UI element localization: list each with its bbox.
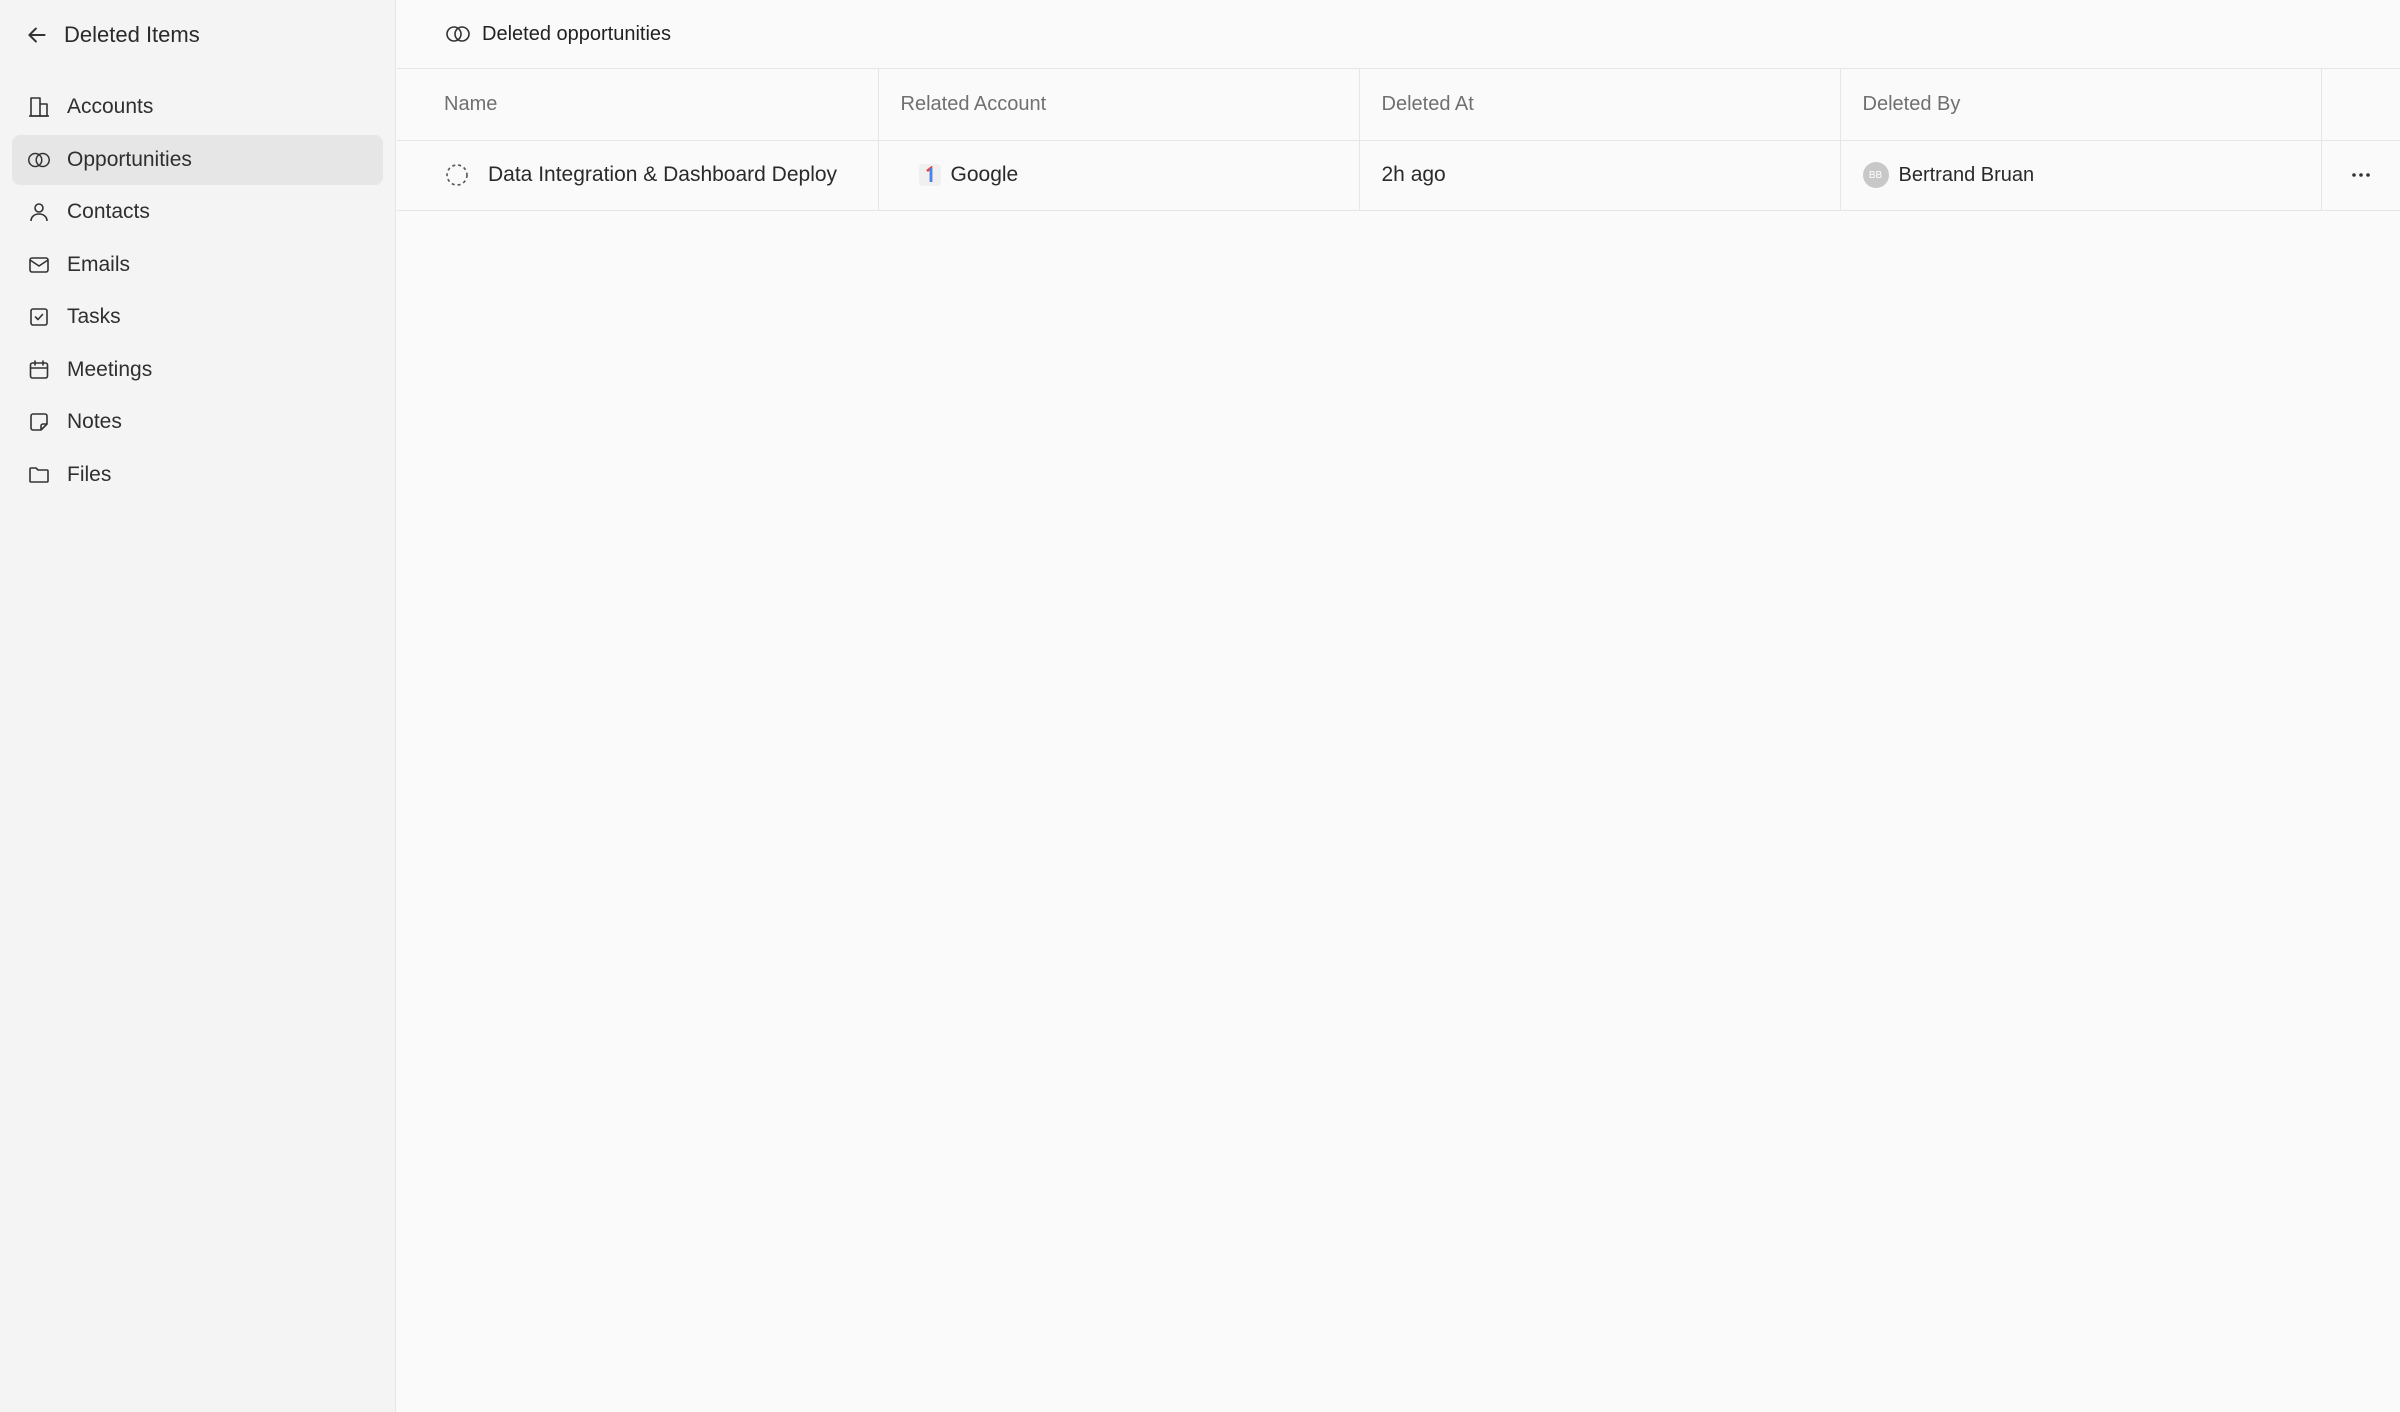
deleted-items-table: Name Related Account Deleted At Deleted … — [397, 69, 2400, 211]
note-icon — [26, 409, 52, 435]
back-arrow-icon[interactable] — [24, 22, 50, 48]
sidebar-item-label: Meetings — [67, 357, 153, 381]
related-account-name: Google — [950, 163, 1019, 186]
building-icon — [26, 94, 52, 120]
table-header-row: Name Related Account Deleted At Deleted … — [397, 69, 2400, 141]
dashed-circle-icon — [444, 162, 470, 188]
opportunity-icon — [444, 20, 472, 48]
sidebar-title: Deleted Items — [64, 22, 200, 47]
sidebar-item-contacts[interactable]: Contacts — [12, 187, 383, 237]
sidebar-item-label: Accounts — [67, 95, 154, 118]
column-header-related-account[interactable]: Related Account — [878, 69, 1360, 141]
table-row[interactable]: Data Integration & Dashboard Deploy Goog… — [397, 140, 2400, 211]
page-header: Deleted opportunities — [397, 0, 2400, 69]
sidebar: Deleted Items Accounts Opportunities Con… — [0, 0, 396, 1412]
more-options-icon[interactable] — [2322, 141, 2400, 210]
sidebar-item-opportunities[interactable]: Opportunities — [12, 134, 383, 185]
cell-deleted-by: BB Bertrand Bruan — [1840, 140, 2322, 211]
sidebar-item-label: Notes — [67, 410, 122, 433]
column-header-deleted-by[interactable]: Deleted By — [1840, 69, 2322, 141]
google-logo-icon — [918, 164, 941, 186]
sidebar-item-tasks[interactable]: Tasks — [12, 292, 383, 342]
page-title: Deleted opportunities — [482, 22, 672, 45]
sidebar-item-meetings[interactable]: Meetings — [12, 345, 383, 395]
calendar-icon — [26, 357, 52, 383]
avatar: BB — [1862, 162, 1889, 188]
opportunity-icon — [26, 147, 52, 173]
sidebar-item-label: Emails — [67, 252, 131, 276]
mail-icon — [26, 252, 52, 278]
sidebar-item-notes[interactable]: Notes — [12, 397, 383, 447]
sidebar-item-files[interactable]: Files — [12, 450, 383, 500]
column-header-name[interactable]: Name — [397, 69, 879, 141]
sidebar-item-emails[interactable]: Emails — [12, 240, 383, 290]
folder-icon — [26, 462, 52, 488]
person-icon — [26, 199, 52, 225]
sidebar-nav: Accounts Opportunities Contacts Emails T… — [0, 70, 395, 500]
cell-related-account[interactable]: Google — [878, 140, 1360, 211]
cell-deleted-at: 2h ago — [1359, 140, 1841, 211]
sidebar-item-label: Contacts — [67, 200, 150, 223]
column-header-deleted-at[interactable]: Deleted At — [1359, 69, 1841, 141]
sidebar-item-label: Tasks — [67, 305, 121, 328]
sidebar-item-label: Files — [67, 462, 112, 486]
checkbox-icon — [26, 304, 52, 330]
sidebar-header: Deleted Items — [0, 0, 395, 70]
deleted-by-name: Bertrand Bruan — [1898, 163, 2035, 186]
column-header-actions — [2321, 69, 2400, 141]
main-panel: Deleted opportunities Name Related Accou… — [397, 0, 2400, 1412]
cell-actions — [2321, 140, 2400, 211]
sidebar-item-label: Opportunities — [67, 147, 192, 171]
cell-name[interactable]: Data Integration & Dashboard Deploy — [397, 140, 879, 211]
sidebar-item-accounts[interactable]: Accounts — [12, 82, 383, 132]
opportunity-name: Data Integration & Dashboard Deploy — [488, 163, 838, 186]
